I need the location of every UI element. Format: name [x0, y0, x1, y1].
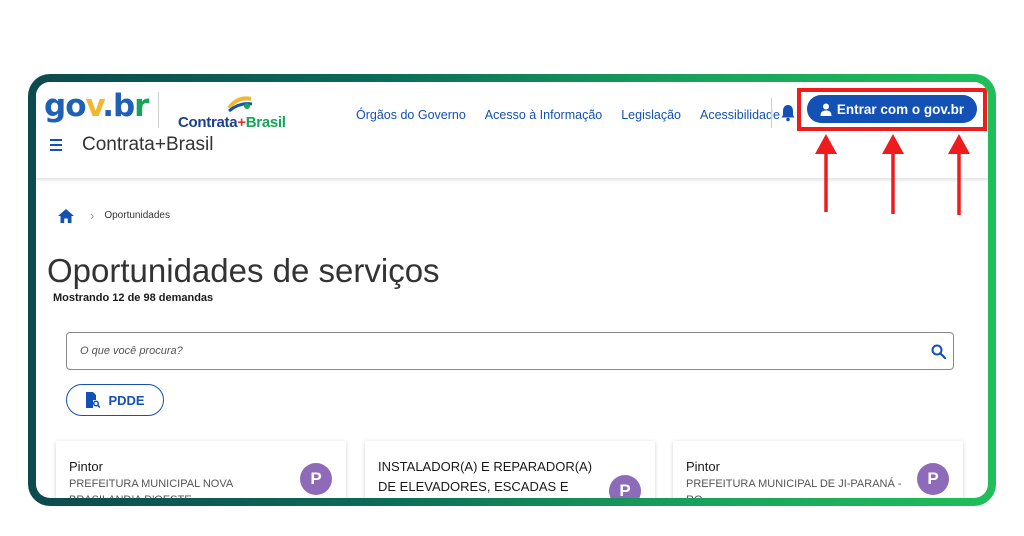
pdde-filter-label: PDDE: [108, 392, 145, 408]
contrata-wordmark: Contrata+Brasil: [178, 114, 286, 131]
nav-divider: [771, 98, 772, 128]
screenshot-frame: gov.br Contrata+Brasil Órgãos do Governo…: [28, 74, 996, 506]
search-icon[interactable]: [931, 344, 946, 359]
opportunity-card[interactable]: Pintor PREFEITURA MUNICIPAL DE JI-PARANÁ…: [673, 441, 963, 498]
user-icon: [820, 103, 832, 116]
search-input[interactable]: [68, 334, 918, 368]
logo-part: go: [44, 88, 86, 124]
hamburger-icon-bar: [50, 144, 62, 146]
avatar: P: [609, 475, 641, 498]
search-box: [66, 332, 954, 370]
gov-br-logo[interactable]: gov.br: [44, 88, 149, 124]
app-title: Contrata+Brasil: [82, 134, 214, 155]
browser-viewport: gov.br Contrata+Brasil Órgãos do Governo…: [36, 82, 988, 498]
logo-part: r: [134, 88, 149, 124]
opportunity-card[interactable]: Pintor PREFEITURA MUNICIPAL NOVA BRASILA…: [56, 441, 346, 498]
contrata-brasil-logo[interactable]: Contrata+Brasil: [178, 96, 308, 136]
nav-acesso-informacao[interactable]: Acesso à Informação: [485, 108, 602, 122]
card-title: Pintor: [686, 459, 720, 474]
logo-part: .b: [102, 88, 135, 124]
results-count: Mostrando 12 de 98 demandas: [53, 292, 214, 304]
top-nav: Órgãos do Governo Acesso à Informação Le…: [356, 108, 799, 122]
chevron-right-icon: ›: [90, 208, 95, 223]
hamburger-icon-bar: [50, 139, 62, 141]
hamburger-menu-button[interactable]: [50, 139, 68, 153]
page-title: Oportunidades de serviços: [47, 252, 440, 289]
wordmark-part: Contrata: [178, 114, 238, 131]
breadcrumb: › Oportunidades: [58, 208, 170, 223]
bell-icon[interactable]: [780, 104, 796, 122]
contrata-ribbon-icon: [227, 96, 253, 113]
nav-legislacao[interactable]: Legislação: [621, 108, 681, 122]
card-title: INSTALADOR(A) E REPARADOR(A) DE ELEVADOR…: [378, 459, 593, 494]
avatar: P: [300, 463, 332, 495]
card-title: Pintor: [69, 459, 103, 474]
card-organization: PREFEITURA MUNICIPAL DE JI-PARANÁ - RO: [686, 478, 902, 498]
site-header: gov.br Contrata+Brasil Órgãos do Governo…: [36, 82, 988, 178]
breadcrumb-current: Oportunidades: [104, 210, 170, 221]
document-search-icon: [86, 392, 101, 408]
pdde-filter-button[interactable]: PDDE: [66, 384, 164, 416]
nav-acessibilidade[interactable]: Acessibilidade: [700, 108, 780, 122]
hamburger-icon-bar: [50, 149, 62, 151]
logo-divider: [158, 92, 159, 128]
logo-part: v: [85, 88, 104, 124]
login-button-label: Entrar com o gov.br: [836, 101, 965, 117]
nav-orgaos-governo[interactable]: Órgãos do Governo: [356, 108, 466, 122]
home-icon[interactable]: [58, 208, 74, 223]
opportunity-card[interactable]: INSTALADOR(A) E REPARADOR(A) DE ELEVADOR…: [365, 441, 655, 498]
login-govbr-button[interactable]: Entrar com o gov.br: [807, 95, 977, 123]
wordmark-part: Brasil: [245, 114, 286, 131]
card-organization: PREFEITURA MUNICIPAL NOVA BRASILANDIA D'…: [69, 478, 233, 498]
avatar: P: [917, 463, 949, 495]
wordmark-part: +: [237, 114, 246, 131]
